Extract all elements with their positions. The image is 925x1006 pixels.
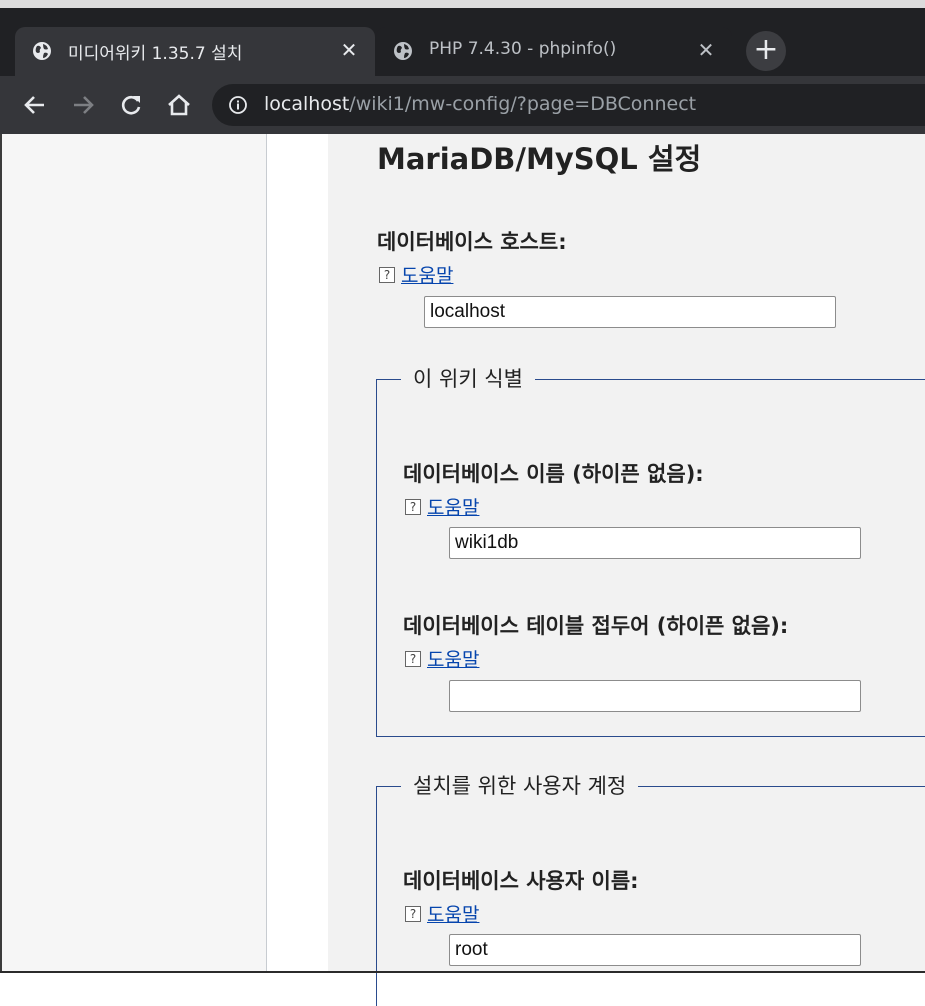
help-icon: ? [379,266,395,283]
url-host: localhost [264,93,350,115]
help-link[interactable]: 도움말 [427,645,479,672]
globe-icon [394,42,412,60]
plus-icon: + [753,32,779,67]
db-host-help[interactable]: ? 도움말 [379,261,453,288]
config-form: MariaDB/MySQL 설정 데이터베이스 호스트: ? 도움말 localh… [328,134,925,1006]
help-icon: ? [405,650,421,667]
db-user-help[interactable]: ? 도움말 [405,900,479,927]
help-icon: ? [405,905,421,922]
help-link[interactable]: 도움말 [427,493,479,520]
db-user-input[interactable]: root [449,934,861,966]
help-link[interactable]: 도움말 [427,900,479,927]
tab-mediawiki-setup[interactable]: 미디어위키 1.35.7 설치 ✕ [15,27,375,76]
table-prefix-label: 데이터베이스 테이블 접두어 (하이픈 없음): [403,614,789,638]
window-top-border [0,0,925,8]
help-link[interactable]: 도움말 [401,261,453,288]
sidebar-panel [0,134,267,971]
browser-toolbar: localhost/wiki1/mw-config/?page=DBConnec… [0,76,925,134]
close-icon[interactable]: ✕ [339,40,359,60]
table-prefix-input[interactable] [449,680,861,712]
close-icon[interactable]: ✕ [696,40,716,60]
fieldset-legend: 설치를 위한 사용자 계정 [401,773,639,799]
help-icon: ? [405,498,421,515]
url-text: localhost/wiki1/mw-config/?page=DBConnec… [264,93,696,115]
db-host-label: 데이터베이스 호스트: [377,230,567,254]
install-account-fieldset: 설치를 위한 사용자 계정 데이터베이스 사용자 이름: ? 도움말 root [376,773,925,1006]
home-icon[interactable] [164,90,194,120]
browser-tabstrip: 미디어위키 1.35.7 설치 ✕ PHP 7.4.30 - phpinfo()… [0,0,925,76]
forward-arrow-icon[interactable] [68,90,98,120]
content-gutter [267,134,327,973]
wiki-ident-fieldset: 이 위키 식별 데이터베이스 이름 (하이픈 없음): ? 도움말 wiki1db… [376,366,925,737]
db-host-input[interactable]: localhost [424,296,836,328]
reload-icon[interactable] [116,90,146,120]
page-viewport: MariaDB/MySQL 설정 데이터베이스 호스트: ? 도움말 localh… [0,134,925,1006]
info-icon[interactable] [228,95,248,115]
url-path: /wiki1/mw-config/?page=DBConnect [349,93,697,115]
address-bar[interactable]: localhost/wiki1/mw-config/?page=DBConnec… [212,84,925,126]
tab-phpinfo[interactable]: PHP 7.4.30 - phpinfo() ✕ [376,27,732,76]
new-tab-button[interactable]: + [746,31,786,71]
db-user-label: 데이터베이스 사용자 이름: [403,869,639,893]
tab-title: 미디어위키 1.35.7 설치 [68,44,243,64]
db-name-help[interactable]: ? 도움말 [405,493,479,520]
back-arrow-icon[interactable] [20,90,50,120]
tab-title: PHP 7.4.30 - phpinfo() [429,39,617,59]
fieldset-legend: 이 위키 식별 [401,366,535,392]
globe-icon [33,42,51,60]
table-prefix-help[interactable]: ? 도움말 [405,645,479,672]
db-name-label: 데이터베이스 이름 (하이픈 없음): [403,462,704,486]
db-name-input[interactable]: wiki1db [449,527,861,559]
page-title: MariaDB/MySQL 설정 [377,142,702,176]
window-left-border [0,134,2,973]
